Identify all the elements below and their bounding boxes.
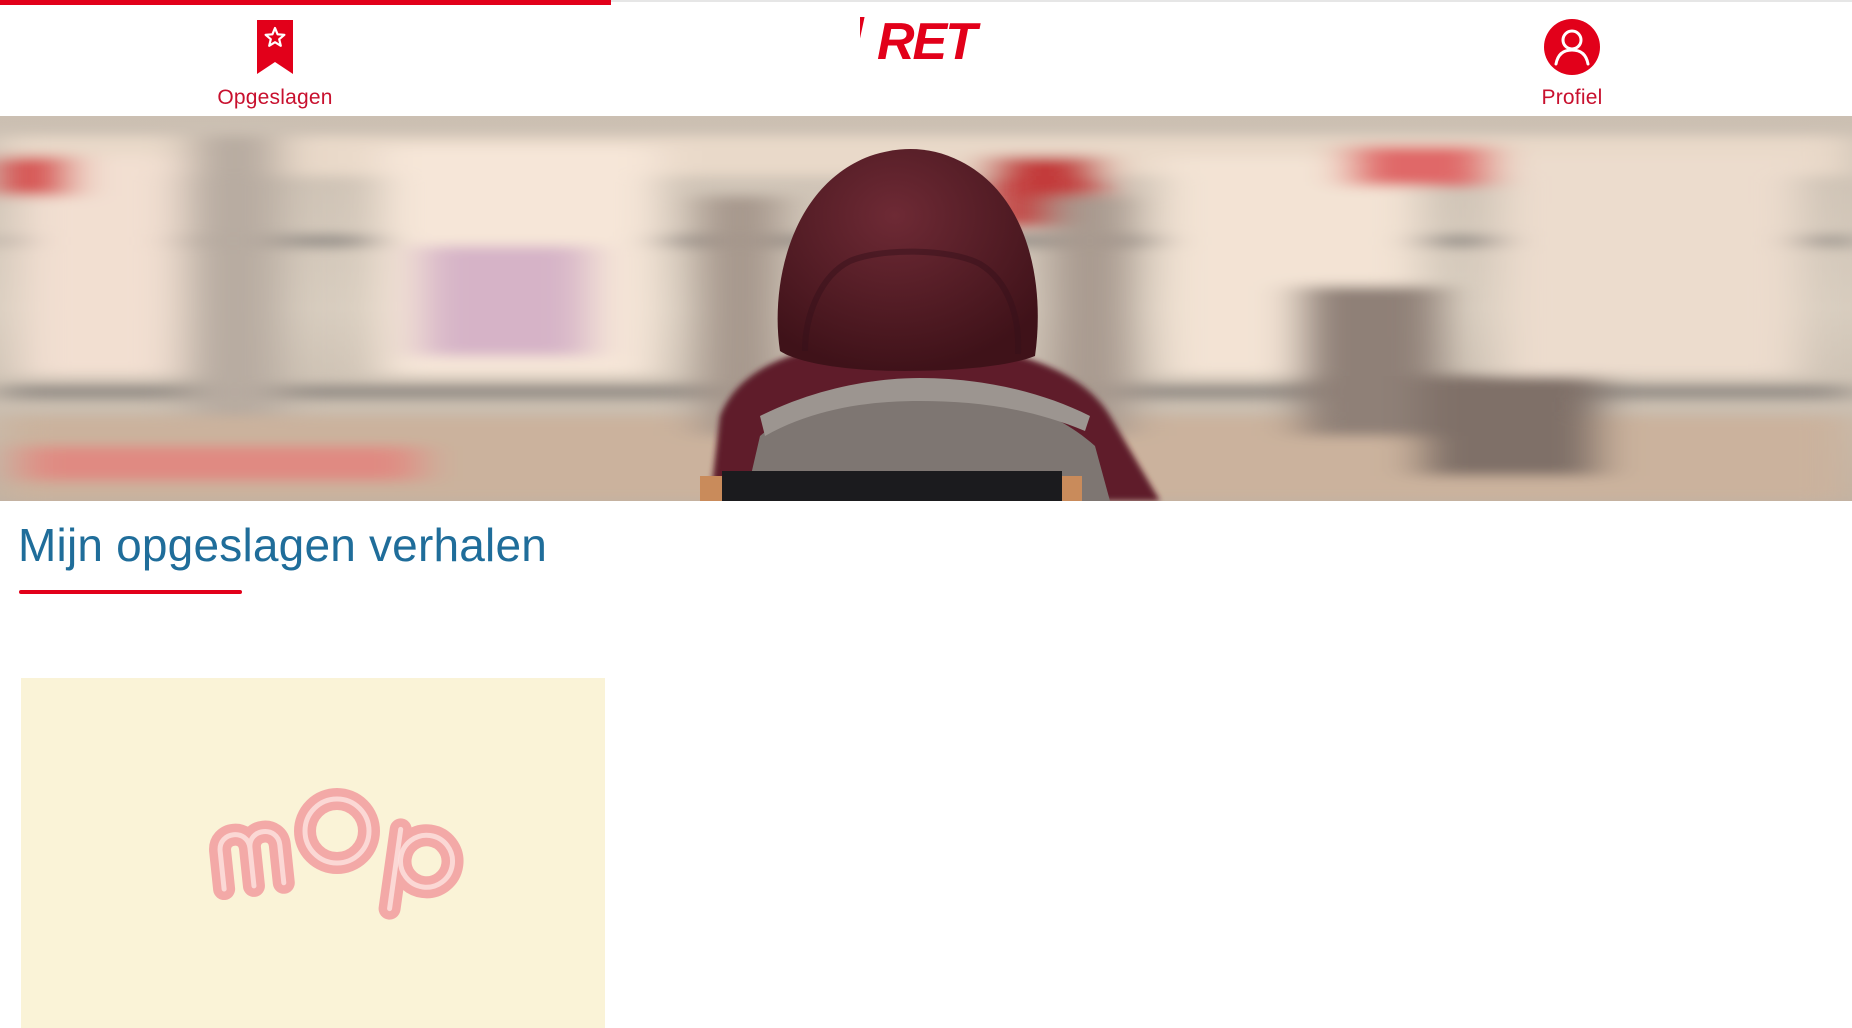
page-title: Mijn opgeslagen verhalen — [18, 519, 548, 571]
bookmark-star-icon — [243, 14, 307, 76]
mop-logo-illustration — [209, 788, 464, 920]
page: Opgeslagen RET Profiel Mijn opgeslagen v… — [0, 0, 1852, 1028]
profile-nav-button[interactable]: Profiel — [1482, 14, 1662, 114]
user-circle-icon — [1540, 14, 1604, 76]
saved-nav-button[interactable]: Opgeslagen — [185, 14, 365, 114]
saved-nav-label: Opgeslagen — [217, 86, 333, 109]
saved-story-card[interactable]: mop — [21, 678, 605, 1028]
top-header: Opgeslagen RET Profiel — [0, 0, 1852, 116]
reading-progress-bar — [0, 0, 612, 5]
logo-wordmark: RET — [877, 15, 981, 63]
title-underline — [19, 590, 242, 594]
profile-nav-label: Profiel — [1541, 86, 1603, 109]
hero-image — [0, 116, 1852, 501]
ret-logo[interactable]: RET — [850, 13, 992, 71]
